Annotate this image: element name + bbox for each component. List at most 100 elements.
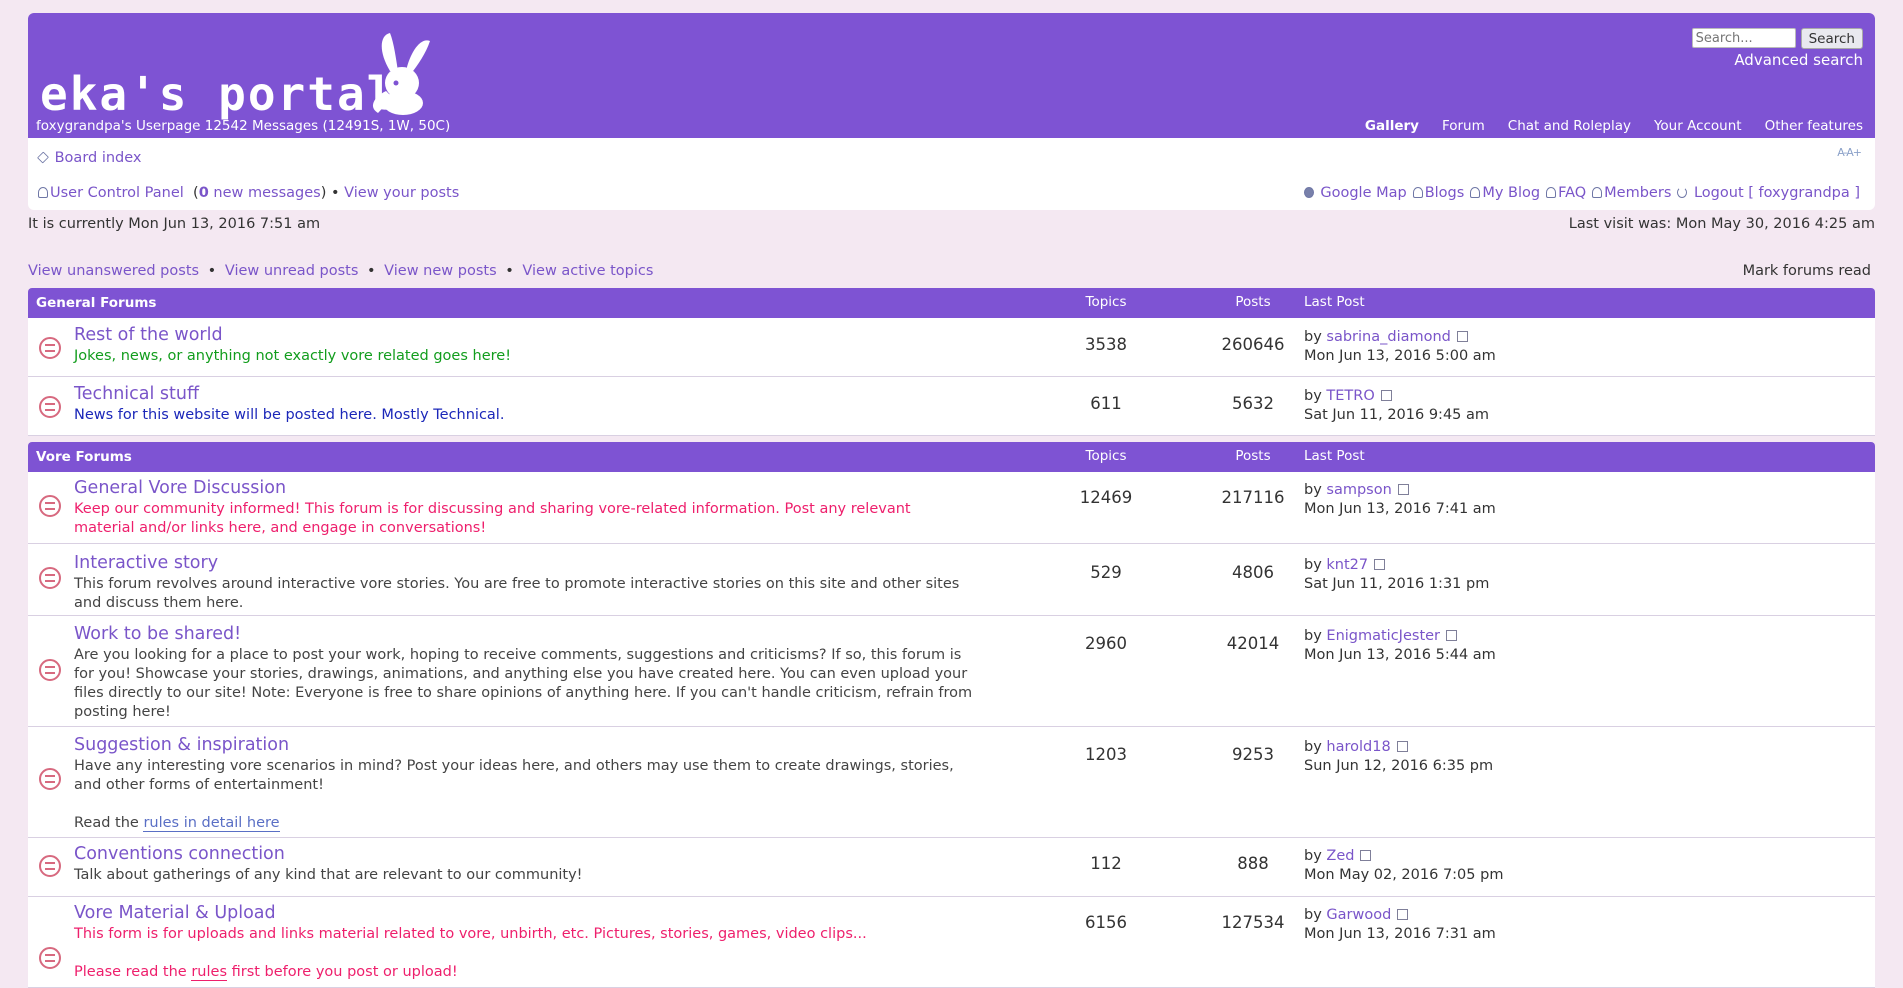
view-latest-post-icon[interactable] [1456,331,1468,342]
google-map-link[interactable]: Google Map [1320,185,1406,201]
search-input[interactable] [1691,28,1796,48]
last-post-user[interactable]: Zed [1326,848,1354,864]
forum-name[interactable]: Rest of the world [74,325,223,345]
col-last-post: Last Post [1304,448,1365,464]
logout-link[interactable]: Logout [ foxygrandpa ] [1694,185,1860,201]
forum-name[interactable]: Technical stuff [74,384,199,404]
col-topics: Topics [1085,448,1127,464]
last-post-user[interactable]: knt27 [1326,557,1368,573]
posts-count: 217116 [1221,488,1285,507]
home-icon [37,151,49,164]
view-active-link[interactable]: View active topics [522,263,653,279]
forum-row: Vore Material & Upload This form is for … [28,897,1875,988]
last-post-user[interactable]: Garwood [1326,907,1391,923]
posts-count: 127534 [1221,913,1285,932]
current-time: It is currently Mon Jun 13, 2016 7:51 am [28,216,321,232]
view-unread-link[interactable]: View unread posts [225,263,359,279]
last-post: by sabrina_diamond Mon Jun 13, 2016 5:00… [1304,328,1496,366]
view-unanswered-link[interactable]: View unanswered posts [28,263,199,279]
rules-detail-link[interactable]: rules in detail here [143,815,280,832]
last-post: by TETRO Sat Jun 11, 2016 9:45 am [1304,387,1489,425]
last-post-user[interactable]: sampson [1326,482,1391,498]
posts-count: 260646 [1221,335,1285,354]
view-your-posts-link[interactable]: View your posts [344,185,459,201]
last-post-date: Mon Jun 13, 2016 5:00 am [1304,348,1496,364]
topics-count: 1203 [1085,745,1127,764]
nav-your-account[interactable]: Your Account [1654,118,1742,134]
nav-chat-roleplay[interactable]: Chat and Roleplay [1508,118,1631,134]
forum-description: This forum revolves around interactive v… [74,576,960,611]
last-post-user[interactable]: harold18 [1326,739,1390,755]
last-post-date: Sat Jun 11, 2016 9:45 am [1304,407,1490,423]
last-post-by: by [1304,907,1322,923]
last-post-date: Mon May 02, 2016 7:05 pm [1304,867,1504,883]
view-latest-post-icon[interactable] [1397,484,1409,495]
last-post-user[interactable]: TETRO [1326,388,1374,404]
blogs-link[interactable]: Blogs [1425,185,1465,201]
forum-name[interactable]: Vore Material & Upload [74,903,276,923]
forum-name[interactable]: Conventions connection [74,844,285,864]
nav-gallery[interactable]: Gallery [1365,118,1419,134]
view-latest-post-icon[interactable] [1396,741,1408,752]
forum-read-icon [39,495,61,517]
ucp-link[interactable]: User Control Panel [50,185,184,201]
board-index-link[interactable]: Board index [55,150,142,166]
my-blog-icon [1470,187,1481,198]
last-post: by Zed Mon May 02, 2016 7:05 pm [1304,847,1503,885]
forum-description: Are you looking for a place to post your… [74,647,973,720]
view-latest-post-icon[interactable] [1374,559,1386,570]
view-latest-post-icon[interactable] [1360,850,1372,861]
search-button[interactable]: Search [1800,28,1863,49]
section-title[interactable]: Vore Forums [36,449,132,465]
view-new-link[interactable]: View new posts [384,263,496,279]
view-latest-post-icon[interactable] [1380,390,1392,401]
forum-name[interactable]: Interactive story [74,553,218,573]
members-link[interactable]: Members [1604,185,1671,201]
posts-count: 4806 [1232,563,1274,582]
nav-forum[interactable]: Forum [1442,118,1485,134]
new-messages-link[interactable]: new messages [213,185,320,201]
forum-extra: Please read the rules first before you p… [74,963,974,982]
topics-count: 3538 [1085,335,1127,354]
section-header: Vore Forums Topics Posts Last Post [28,442,1875,472]
forum-description: News for this website will be posted her… [74,407,505,423]
nav-other-features[interactable]: Other features [1765,118,1863,134]
mark-forums-read-link[interactable]: Mark forums read [1743,263,1871,279]
my-blog-link[interactable]: My Blog [1482,185,1540,201]
forum-description: Keep our community informed! This forum … [74,501,911,536]
forum-name[interactable]: Suggestion & inspiration [74,735,289,755]
advanced-search-link[interactable]: Advanced search [1734,51,1863,69]
last-post: by Garwood Mon Jun 13, 2016 7:31 am [1304,906,1496,944]
forum-name[interactable]: General Vore Discussion [74,478,286,498]
forum-extra-text: Please read the [74,964,187,980]
forum-name[interactable]: Work to be shared! [74,624,241,644]
faq-link[interactable]: FAQ [1558,185,1586,201]
user-icon [38,187,48,198]
new-messages-count[interactable]: 0 [199,185,209,201]
rules-link[interactable]: rules [191,964,227,981]
forum-description: Have any interesting vore scenarios in m… [74,758,954,793]
members-icon [1592,187,1603,198]
posts-count: 9253 [1232,745,1274,764]
forum-read-icon [39,337,61,359]
last-post-by: by [1304,482,1322,498]
forum-read-icon [39,567,61,589]
view-latest-post-icon[interactable] [1397,909,1409,920]
view-latest-post-icon[interactable] [1446,630,1458,641]
section-title[interactable]: General Forums [36,295,156,311]
user-summary[interactable]: foxygrandpa's Userpage 12542 Messages (1… [36,118,450,134]
user-links: User Control Panel (0 new messages) • Vi… [38,185,459,201]
last-post-user[interactable]: EnigmaticJester [1326,628,1440,644]
font-size-toggle-icon[interactable]: A-A+ [1837,146,1862,159]
forum-read-icon [39,659,61,681]
last-post: by harold18 Sun Jun 12, 2016 6:35 pm [1304,738,1493,776]
forum-row: Interactive story This forum revolves ar… [28,544,1875,616]
page-wrap: eka's portal foxygrandpa's Userpage 1254… [28,13,1875,210]
forum-row: Conventions connection Talk about gather… [28,838,1875,897]
quick-links: View unanswered posts • View unread post… [28,263,654,279]
forum-description: This form is for uploads and links mater… [74,926,867,942]
logo-text[interactable]: eka's portal [40,71,396,117]
forum-description: Jokes, news, or anything not exactly vor… [74,348,512,364]
account-links: Google Map Blogs My Blog FAQ Members Log… [1303,185,1860,201]
last-post-user[interactable]: sabrina_diamond [1326,329,1450,345]
